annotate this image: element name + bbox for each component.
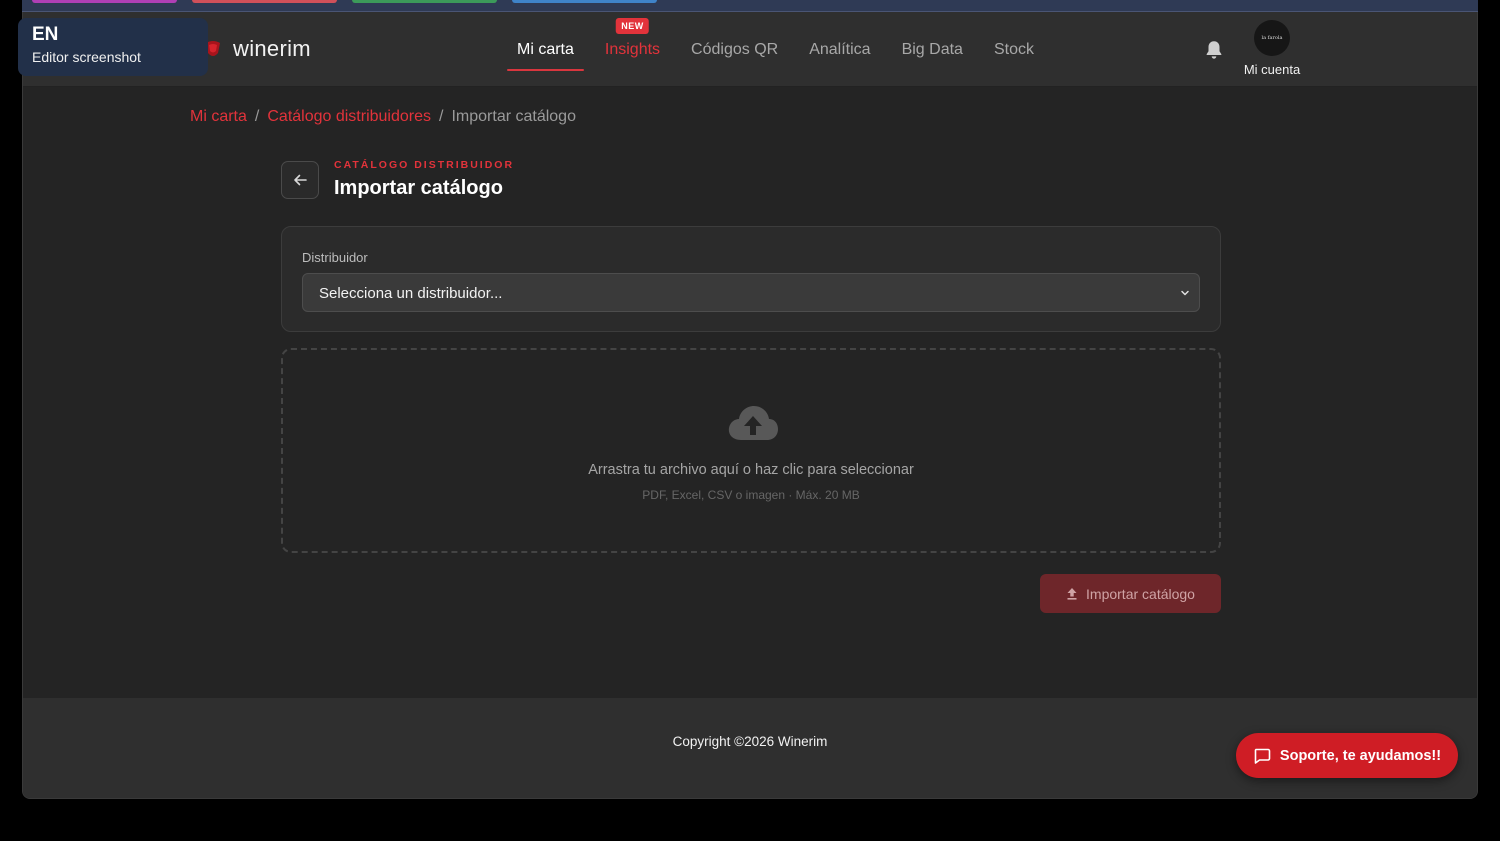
nav-item-label: Códigos QR <box>691 41 779 58</box>
distributor-card: Distribuidor Selecciona un distribuidor.… <box>281 226 1221 332</box>
support-chat-label: Soporte, te ayudamos!! <box>1279 747 1442 764</box>
nav-item-big-data[interactable]: Big Data <box>892 12 973 87</box>
chevron-down-icon <box>1181 290 1189 296</box>
avatar-logo-text: la farola <box>1261 35 1283 41</box>
distributor-select[interactable]: Selecciona un distribuidor... <box>302 273 1200 312</box>
back-button[interactable] <box>281 161 319 199</box>
cloud-upload-icon <box>728 406 778 440</box>
breadcrumb-separator: / <box>439 108 444 125</box>
nav-item-label: Insights <box>604 41 661 58</box>
tab-indicator <box>352 0 497 3</box>
dropzone-hint-text: PDF, Excel, CSV o imagen · Máx. 20 MB <box>642 488 860 502</box>
support-chat-button[interactable]: Soporte, te ayudamos!! <box>1236 733 1458 778</box>
import-catalog-button[interactable]: Importar catálogo <box>1040 574 1221 613</box>
nav-item-codigos-qr[interactable]: Códigos QR <box>681 12 788 87</box>
browser-tab-strip <box>22 0 1478 12</box>
nav-item-label: Analítica <box>809 41 871 58</box>
page-title: Importar catálogo <box>334 177 503 199</box>
main-nav: Mi carta NEW Insights Códigos QR Analíti… <box>507 12 1055 87</box>
upload-icon <box>1067 588 1077 600</box>
nav-item-analitica[interactable]: Analítica <box>799 12 880 87</box>
distributor-label: Distribuidor <box>302 250 368 265</box>
breadcrumb-link-catalogo-distribuidores[interactable]: Catálogo distribuidores <box>267 108 431 126</box>
language-chip-label: Editor screenshot <box>32 49 141 65</box>
new-badge: NEW <box>616 18 649 34</box>
account-label: Mi cuenta <box>1243 62 1301 77</box>
nav-item-label: Big Data <box>901 41 963 58</box>
nav-item-mi-carta[interactable]: Mi carta <box>507 12 584 87</box>
nav-item-label: Stock <box>993 41 1034 58</box>
breadcrumb-current: Importar catálogo <box>451 108 576 125</box>
language-code: EN <box>32 24 59 45</box>
import-catalog-button-label: Importar catálogo <box>1086 585 1195 602</box>
breadcrumb-separator: / <box>254 108 260 125</box>
breadcrumb-link-mi-carta[interactable]: Mi carta <box>190 108 247 126</box>
avatar: la farola <box>1254 20 1290 56</box>
tab-indicator <box>32 0 177 3</box>
account-menu[interactable]: la farola Mi cuenta <box>1237 20 1307 77</box>
tab-indicator <box>512 0 657 3</box>
chat-icon <box>1254 748 1271 764</box>
page-eyebrow: CATÁLOGO DISTRIBUIDOR <box>334 159 515 171</box>
distributor-select-value: Selecciona un distribuidor... <box>319 285 503 302</box>
top-navbar: winerim Mi carta NEW Insights Códigos QR… <box>23 12 1477 87</box>
app-window: winerim Mi carta NEW Insights Códigos QR… <box>22 12 1478 799</box>
nav-item-label: Mi carta <box>517 41 574 58</box>
dropzone-main-text: Arrastra tu archivo aquí o haz clic para… <box>588 462 914 478</box>
brand-name[interactable]: winerim <box>233 36 311 62</box>
tab-indicator <box>192 0 337 3</box>
arrow-left-icon <box>294 174 307 186</box>
file-dropzone[interactable]: Arrastra tu archivo aquí o haz clic para… <box>281 348 1221 553</box>
bell-icon[interactable] <box>1203 39 1225 61</box>
nav-item-stock[interactable]: Stock <box>984 12 1044 87</box>
nav-item-insights[interactable]: NEW Insights <box>595 12 670 87</box>
language-chip[interactable]: EN Editor screenshot <box>18 18 208 76</box>
breadcrumb: Mi carta / Catálogo distribuidores / Imp… <box>190 108 576 126</box>
